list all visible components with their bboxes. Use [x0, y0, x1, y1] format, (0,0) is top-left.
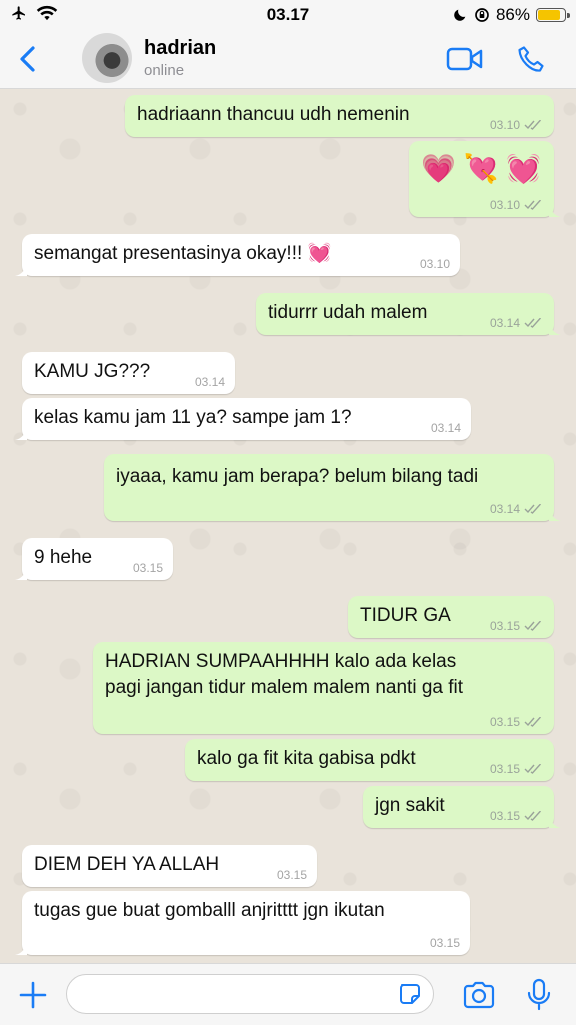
message-time: 03.15 [429, 936, 460, 950]
message-bubble[interactable]: 9 hehe 03.15 [15, 538, 173, 580]
contact-name[interactable]: hadrian [144, 37, 216, 60]
bubble-tail [15, 426, 27, 440]
battery-percent: 86% [495, 5, 530, 24]
message-bubble[interactable]: iyaaa, kamu jam berapa? belum bilang tad… [104, 454, 561, 521]
message-time: 03.15 [489, 619, 520, 633]
message-text: TIDUR GA [360, 605, 451, 626]
message-bubble[interactable]: kelas kamu jam 11 ya? sampe jam 1? 03.14 [15, 398, 471, 440]
message-text: KAMU JG??? [34, 361, 151, 382]
message-bubble[interactable]: kalo ga fit kita gabisa pdkt 03.15 [185, 739, 554, 781]
message-time: 03.14 [194, 375, 225, 389]
message-time: 03.10 [489, 198, 520, 212]
message-bubble[interactable]: HADRIAN SUMPAAHHHH kalo ada kelas pagi j… [93, 642, 554, 734]
double-check-icon [524, 504, 542, 514]
message-text: 💗 💘 💓 [421, 153, 542, 184]
message-time: 03.15 [276, 868, 307, 882]
sticker-button[interactable] [398, 982, 422, 1006]
message-text: 9 hehe [34, 547, 93, 568]
bubble-tail [15, 566, 27, 580]
composer-bar [0, 963, 576, 1025]
attach-button[interactable] [18, 980, 48, 1010]
video-call-button[interactable] [446, 46, 484, 72]
message-text: tidurrr udah malem [268, 302, 428, 323]
message-time: 03.15 [132, 561, 163, 575]
double-check-icon [524, 717, 542, 727]
bubble-tail [549, 814, 561, 828]
message-input[interactable] [66, 974, 434, 1014]
message-time: 03.15 [489, 809, 520, 823]
moon-icon [454, 9, 466, 21]
message-bubble[interactable]: KAMU JG??? 03.14 [22, 352, 235, 394]
rotation-lock-icon [475, 8, 489, 22]
message-bubble[interactable]: hadriaann thancuu udh nemenin 03.10 [125, 95, 554, 137]
message-bubble[interactable]: tidurrr udah malem 03.14 [256, 293, 561, 335]
message-bubble[interactable]: 💗 💘 💓 03.10 [409, 141, 561, 217]
message-text: tugas gue buat gomballl anjritttt jgn ik… [34, 900, 385, 921]
microphone-button[interactable] [526, 978, 552, 1012]
bubble-tail [549, 507, 561, 521]
message-bubble[interactable]: DIEM DEH YA ALLAH 03.15 [22, 845, 317, 887]
double-check-icon [524, 120, 542, 130]
message-text: kelas kamu jam 11 ya? sampe jam 1? [34, 407, 352, 428]
bubble-tail [15, 262, 27, 276]
double-check-icon [524, 200, 542, 210]
bubble-tail [549, 321, 561, 335]
message-bubble[interactable]: semangat presentasinya okay!!! 💓 03.10 [15, 234, 460, 276]
message-time: 03.10 [489, 118, 520, 132]
chat-area[interactable]: hadriaann thancuu udh nemenin 03.10 💗 💘 … [0, 89, 576, 963]
message-time: 03.15 [489, 715, 520, 729]
contact-status: online [144, 62, 185, 79]
message-bubble[interactable]: TIDUR GA 03.15 [348, 596, 554, 638]
bubble-tail [15, 941, 27, 955]
chat-header: hadrian online [0, 30, 576, 89]
message-text: DIEM DEH YA ALLAH [34, 854, 220, 875]
message-text: jgn sakit [375, 795, 445, 816]
message-time: 03.14 [489, 502, 520, 516]
message-text: iyaaa, kamu jam berapa? belum bilang tad… [116, 466, 479, 487]
message-text: kalo ga fit kita gabisa pdkt [197, 748, 416, 769]
voice-call-button[interactable] [516, 44, 546, 74]
message-text: hadriaann thancuu udh nemenin [137, 104, 410, 125]
double-check-icon [524, 811, 542, 821]
message-time: 03.10 [419, 257, 450, 271]
message-bubble[interactable]: tugas gue buat gomballl anjritttt jgn ik… [15, 891, 470, 955]
battery-level [538, 10, 561, 20]
status-bar: 03.17 86% [0, 0, 576, 30]
back-button[interactable] [14, 44, 44, 74]
double-check-icon [524, 764, 542, 774]
bubble-tail [549, 203, 561, 217]
avatar[interactable] [82, 33, 132, 83]
message-time: 03.14 [489, 316, 520, 330]
battery-icon [536, 8, 570, 22]
message-text: semangat presentasinya okay!!! 💓 [34, 243, 332, 264]
message-time: 03.14 [430, 421, 461, 435]
camera-button[interactable] [462, 980, 496, 1010]
message-bubble[interactable]: jgn sakit 03.15 [363, 786, 561, 828]
message-text: HADRIAN SUMPAAHHHH kalo ada kelas pagi j… [105, 651, 464, 698]
double-check-icon [524, 621, 542, 631]
message-time: 03.15 [489, 762, 520, 776]
double-check-icon [524, 318, 542, 328]
